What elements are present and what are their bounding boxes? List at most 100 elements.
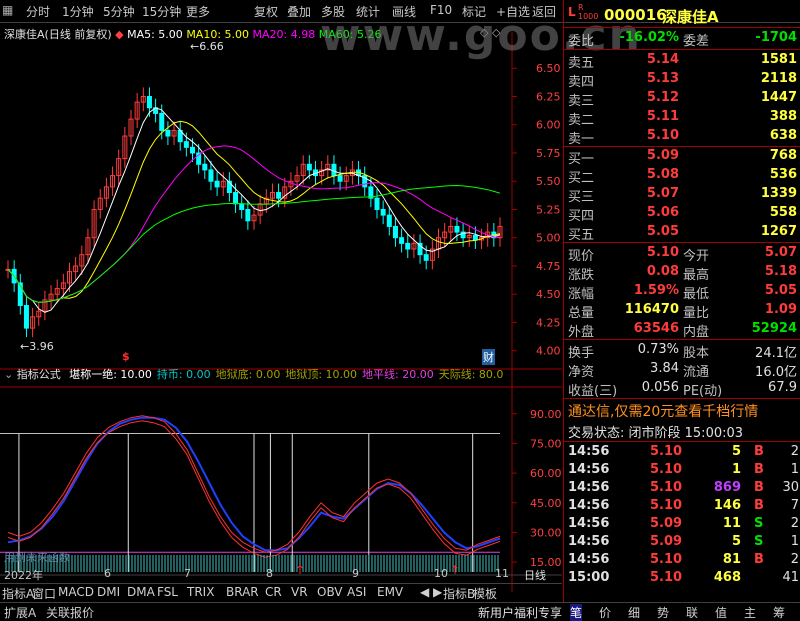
stat-value: 1.09 — [764, 302, 797, 317]
toolbar-item-15min[interactable]: 15分钟 — [142, 3, 181, 20]
toolbar-item-more[interactable]: 更多 — [186, 3, 210, 20]
indicator-tab[interactable]: 模板 — [473, 585, 497, 602]
indicator-tab[interactable]: EMV — [377, 585, 403, 599]
sell-level-label: 卖二 — [568, 113, 595, 128]
price-tick-label: 5.00 — [536, 232, 561, 245]
stat-label: 量比 — [683, 306, 710, 321]
toolbar-item-fuquan[interactable]: 复权 — [254, 3, 278, 20]
finance-marker[interactable]: 财 — [482, 349, 495, 365]
stat-label: 股本 — [683, 346, 710, 361]
detail-tab[interactable]: 联 — [686, 604, 698, 621]
detail-tab[interactable]: 值 — [715, 604, 727, 621]
ma5-label: MA5: 5.00 — [127, 28, 183, 41]
price-tick-label: 4.00 — [536, 345, 561, 358]
stat-value: 63546 — [633, 321, 679, 336]
sell-level-volume: 1447 — [760, 90, 797, 105]
promo-text[interactable]: 通达信,仅需20元查看千档行情 — [568, 401, 758, 421]
tick-volume: 468 — [713, 570, 741, 585]
tick-count: 2 — [790, 516, 799, 531]
bottom-tab-extend[interactable]: 扩展A — [4, 604, 36, 621]
price-tick-label: 4.50 — [536, 288, 561, 301]
news-ticker[interactable]: 新用户福利专享 — [478, 604, 562, 621]
sell-level-label: 卖一 — [568, 132, 595, 147]
stat-value: 5.10 — [646, 245, 679, 260]
indicator-tab[interactable]: MACD — [58, 585, 94, 599]
tick-price: 5.10 — [650, 444, 683, 459]
tick-row: 14:56 5.10 5 B 2 — [564, 443, 800, 462]
detail-tab[interactable]: 势 — [657, 604, 669, 621]
period-label[interactable]: 日线 — [524, 567, 546, 583]
stat-value: 1.59% — [633, 283, 679, 298]
buy-level-volume: 558 — [769, 205, 797, 220]
candle-body — [386, 214, 392, 227]
detail-tab[interactable]: 笔 — [570, 604, 583, 621]
indicator-tab[interactable]: CR — [265, 585, 282, 599]
indicator-tab[interactable]: 指标B — [443, 585, 475, 602]
toolbar-item-1min[interactable]: 1分钟 — [62, 3, 94, 20]
toolbar-item-5min[interactable]: 5分钟 — [103, 3, 135, 20]
tick-row: 14:56 5.10 146 B 7 — [564, 497, 800, 516]
indicator-param: 天际线: 80.0 — [438, 368, 504, 381]
weicha-value: -1704 — [755, 30, 797, 45]
indicator-tab[interactable]: TRIX — [187, 585, 214, 599]
weibi-label: 委比 — [568, 34, 595, 49]
stock-code: 000016 — [604, 6, 667, 24]
tick-count: 2 — [790, 552, 799, 567]
level-badge: R 1000 — [578, 3, 599, 21]
candle-body — [233, 192, 239, 205]
collapse-icon[interactable]: ⌄ — [4, 368, 13, 381]
buy-level-volume: 768 — [769, 148, 797, 163]
buy-level-label: 买三 — [568, 190, 595, 205]
stat-label: 外盘 — [568, 325, 595, 340]
indicator-tab[interactable]: 窗口 — [32, 585, 56, 602]
stat-value: 0.08 — [646, 264, 679, 279]
indicator-tab[interactable]: OBV — [317, 585, 343, 599]
indicator-tab[interactable]: FSL — [157, 585, 178, 599]
stat-value: 0.73% — [637, 342, 679, 357]
detail-tab[interactable]: 细 — [628, 604, 640, 621]
indicator-tab[interactable]: DMA — [127, 585, 155, 599]
tick-count: 2 — [790, 444, 799, 459]
kline-chart[interactable]: ↑ ↑ 4.004.254.504.755.005.255.505.756.006… — [0, 22, 562, 602]
tick-volume: 81 — [722, 552, 741, 567]
quote-stat-row: 外盘 63546 内盘 52924 — [564, 320, 800, 340]
x-axis: 2022年 6 7 8 9 10 11 日线 — [0, 566, 562, 582]
tick-time: 14:56 — [568, 462, 610, 477]
buy-level-volume: 536 — [769, 167, 797, 182]
event-marker-s[interactable]: $ — [122, 350, 130, 363]
indicator-tab[interactable]: ASI — [347, 585, 366, 599]
tab-scroll-icon[interactable]: ◀ ▶ — [420, 585, 442, 599]
tick-count: 1 — [790, 534, 799, 549]
indicator-param: 堪称一绝: 10.00 — [69, 368, 152, 381]
price-tick-label: 4.75 — [536, 260, 561, 273]
indicator-tab[interactable]: DMI — [97, 585, 120, 599]
candle-body — [405, 242, 411, 250]
detail-tab[interactable]: 主 — [744, 604, 756, 621]
stat-label: 净资 — [568, 365, 595, 380]
promo-banner[interactable]: 通达信,仅需20元查看千档行情 — [564, 400, 800, 420]
toolbar-item-diejia[interactable]: 叠加 — [287, 3, 311, 20]
menu-icon[interactable]: ▦ — [2, 3, 13, 17]
indicator-tab[interactable]: VR — [291, 585, 308, 599]
level-icon: L — [568, 5, 576, 19]
sell-level-volume: 388 — [769, 109, 797, 124]
toolbar-item-fenshi[interactable]: 分时 — [26, 3, 50, 20]
buy-level-row: 买三 5.07 1339 — [564, 185, 800, 205]
bottom-tab-related[interactable]: 关联报价 — [46, 604, 94, 621]
indicator-header: ⌄ 指标公式 堪称一绝: 10.00 持币: 0.00 地狱底: 0.00 地狱顶: … — [4, 366, 503, 382]
stat-label: 收益(三) — [568, 384, 618, 399]
quote-stat-row: 收益(三) 0.056 PE(动) 67.9 — [564, 379, 800, 399]
indicator-tab[interactable]: 指标A — [2, 585, 34, 602]
indicator-tab[interactable]: BRAR — [226, 585, 259, 599]
stock-name-label: 深康佳A — [4, 28, 45, 41]
indicator-param: 地平线: 20.00 — [362, 368, 434, 381]
stat-label: 总量 — [568, 306, 595, 321]
trade-status-row: 交易状态: 闭市阶段 15:00:03 — [564, 421, 800, 441]
chart-mode-label: (日线 前复权) — [44, 28, 112, 41]
indicator-title[interactable]: 指标公式 — [17, 368, 61, 381]
sell-level-row: 卖一 5.10 638 — [564, 127, 800, 147]
price-tick-label: 4.25 — [536, 316, 561, 329]
detail-tab[interactable]: 价 — [599, 604, 611, 621]
stat-label: 内盘 — [683, 325, 710, 340]
detail-tab[interactable]: 筹 — [773, 604, 785, 621]
